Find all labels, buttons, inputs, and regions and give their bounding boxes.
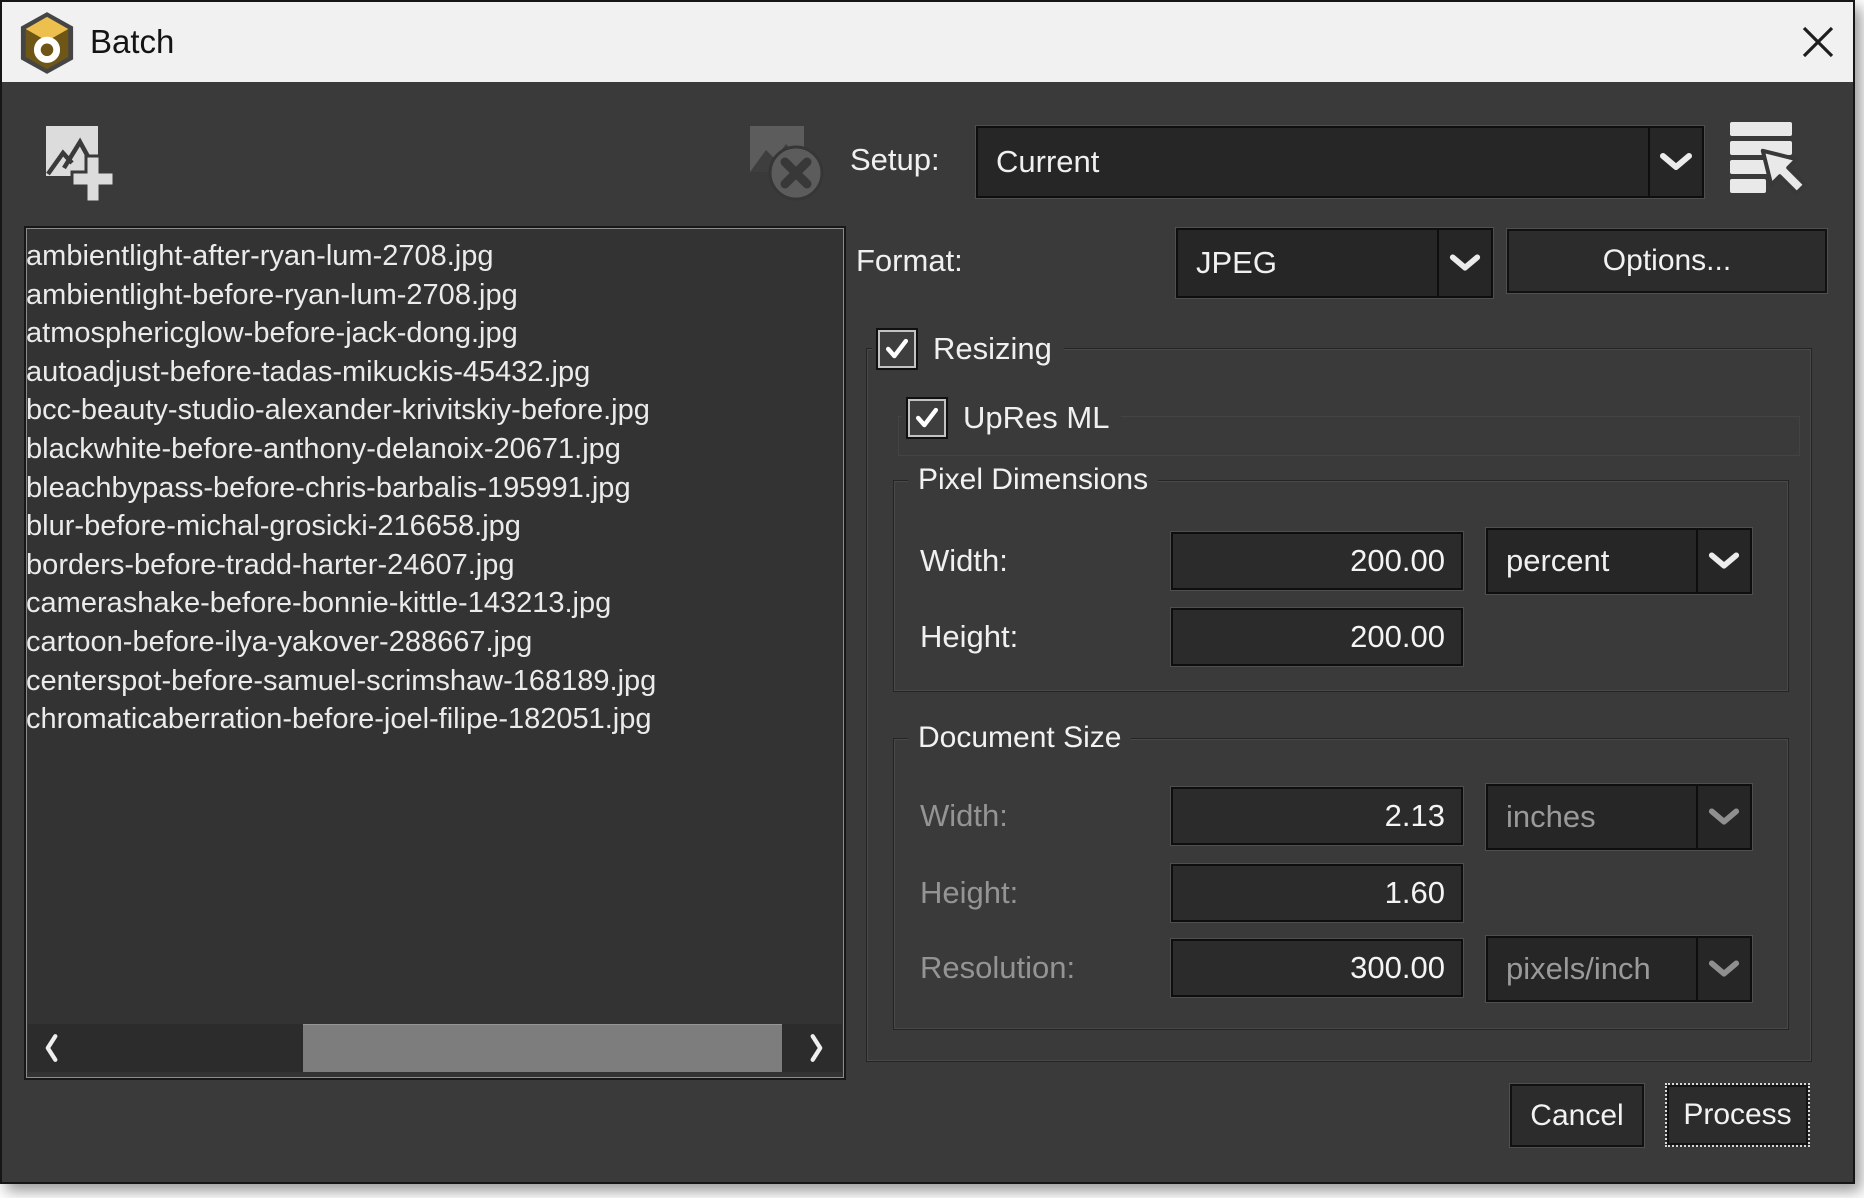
- ds-resolution-label: Resolution:: [920, 939, 1075, 997]
- ds-height-input[interactable]: [1171, 864, 1463, 922]
- format-dropdown[interactable]: JPEG: [1176, 228, 1493, 298]
- ds-height-label: Height:: [920, 864, 1018, 922]
- add-images-button[interactable]: [44, 122, 120, 215]
- file-rows: /ambientlight-after-ryan-lum-2708.jpg/am…: [27, 237, 843, 739]
- ds-unit-value: inches: [1488, 786, 1696, 848]
- format-dropdown-value: JPEG: [1178, 230, 1437, 296]
- resizing-label: Resizing: [933, 329, 1052, 369]
- scroll-left-icon[interactable]: [34, 1031, 68, 1065]
- batch-dialog: Batch Setup: Current: [0, 0, 1864, 1198]
- setup-dropdown[interactable]: Current: [976, 126, 1704, 198]
- upres-ml-label: UpRes ML: [963, 398, 1109, 438]
- document-size-title: Document Size: [908, 720, 1131, 756]
- apply-setup-stack-button[interactable]: [1728, 120, 1810, 205]
- list-item[interactable]: /bcc-beauty-studio-alexander-krivitskiy-…: [26, 391, 843, 430]
- list-item[interactable]: /chromaticaberration-before-joel-filipe-…: [26, 700, 843, 739]
- ds-resolution-input[interactable]: [1171, 939, 1463, 997]
- list-item[interactable]: /atmosphericglow-before-jack-dong.jpg: [26, 314, 843, 353]
- list-item[interactable]: /borders-before-tradd-harter-24607.jpg: [26, 546, 843, 585]
- chevron-down-icon: [1437, 230, 1491, 296]
- pd-unit-value: percent: [1488, 530, 1696, 592]
- list-item[interactable]: /ambientlight-after-ryan-lum-2708.jpg: [26, 237, 843, 276]
- scroll-right-icon[interactable]: [800, 1031, 834, 1065]
- process-button[interactable]: Process: [1665, 1083, 1810, 1147]
- ds-resolution-unit-value: pixels/inch: [1488, 938, 1696, 1000]
- ds-resolution-unit-dropdown: pixels/inch: [1486, 936, 1752, 1002]
- close-icon[interactable]: [1794, 18, 1842, 66]
- options-button[interactable]: Options...: [1507, 229, 1827, 293]
- resizing-checkbox[interactable]: [876, 328, 918, 370]
- upres-checkrow: UpRes ML: [902, 397, 1121, 439]
- setup-dropdown-value: Current: [978, 128, 1648, 196]
- list-item[interactable]: /ambientlight-before-ryan-lum-2708.jpg: [26, 276, 843, 315]
- window-title: Batch: [90, 2, 174, 82]
- scrollbar-thumb[interactable]: [303, 1024, 782, 1072]
- remove-images-icon: [746, 120, 830, 207]
- list-item[interactable]: /bleachbypass-before-chris-barbalis-1959…: [26, 469, 843, 508]
- app-logo-icon: [18, 11, 76, 80]
- ds-width-label: Width:: [920, 787, 1008, 845]
- horizontal-scrollbar[interactable]: [28, 1024, 842, 1072]
- setup-label: Setup:: [850, 126, 940, 194]
- chevron-down-icon: [1696, 938, 1750, 1000]
- pd-width-input[interactable]: [1171, 532, 1463, 590]
- titlebar: Batch: [2, 2, 1853, 82]
- pd-height-input[interactable]: [1171, 608, 1463, 666]
- pd-width-label: Width:: [920, 532, 1008, 590]
- format-label: Format:: [856, 228, 963, 294]
- list-item[interactable]: /camerashake-before-bonnie-kittle-143213…: [26, 584, 843, 623]
- ds-unit-dropdown: inches: [1486, 784, 1752, 850]
- resizing-checkrow: Resizing: [872, 328, 1064, 370]
- list-item[interactable]: /centerspot-before-samuel-scrimshaw-1681…: [26, 662, 843, 701]
- list-item[interactable]: /blur-before-michal-grosicki-216658.jpg: [26, 507, 843, 546]
- ds-width-input[interactable]: [1171, 787, 1463, 845]
- chevron-down-icon: [1696, 530, 1750, 592]
- list-item[interactable]: /autoadjust-before-tadas-mikuckis-45432.…: [26, 353, 843, 392]
- pixel-dimensions-title: Pixel Dimensions: [908, 462, 1158, 498]
- file-list[interactable]: /ambientlight-after-ryan-lum-2708.jpg/am…: [26, 228, 844, 1078]
- list-item[interactable]: /cartoon-before-ilya-yakover-288667.jpg: [26, 623, 843, 662]
- chevron-down-icon: [1696, 786, 1750, 848]
- cancel-button[interactable]: Cancel: [1510, 1084, 1644, 1147]
- chevron-down-icon: [1648, 128, 1702, 196]
- list-item[interactable]: /blackwhite-before-anthony-delanoix-2067…: [26, 430, 843, 469]
- pd-unit-dropdown[interactable]: percent: [1486, 528, 1752, 594]
- upres-ml-checkbox[interactable]: [906, 397, 948, 439]
- pd-height-label: Height:: [920, 608, 1018, 666]
